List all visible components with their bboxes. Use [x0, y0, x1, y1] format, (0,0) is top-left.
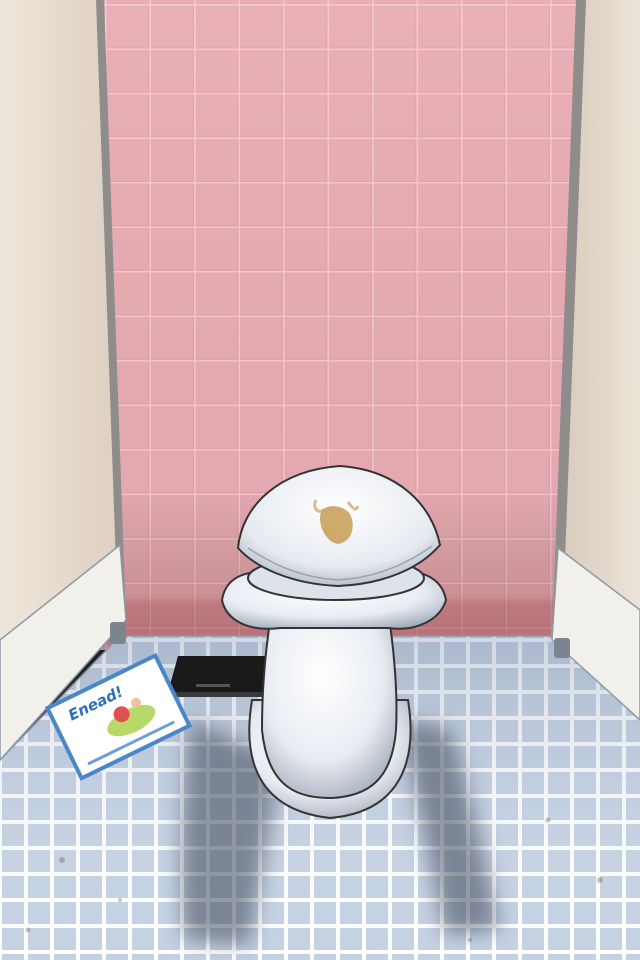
scene-canvas: Enead! — [0, 0, 640, 960]
toilet-stall-scene: Enead! — [0, 0, 640, 960]
scale-icon[interactable] — [168, 656, 270, 697]
partition-foot-left — [110, 622, 126, 644]
partition-foot-right — [554, 638, 570, 658]
